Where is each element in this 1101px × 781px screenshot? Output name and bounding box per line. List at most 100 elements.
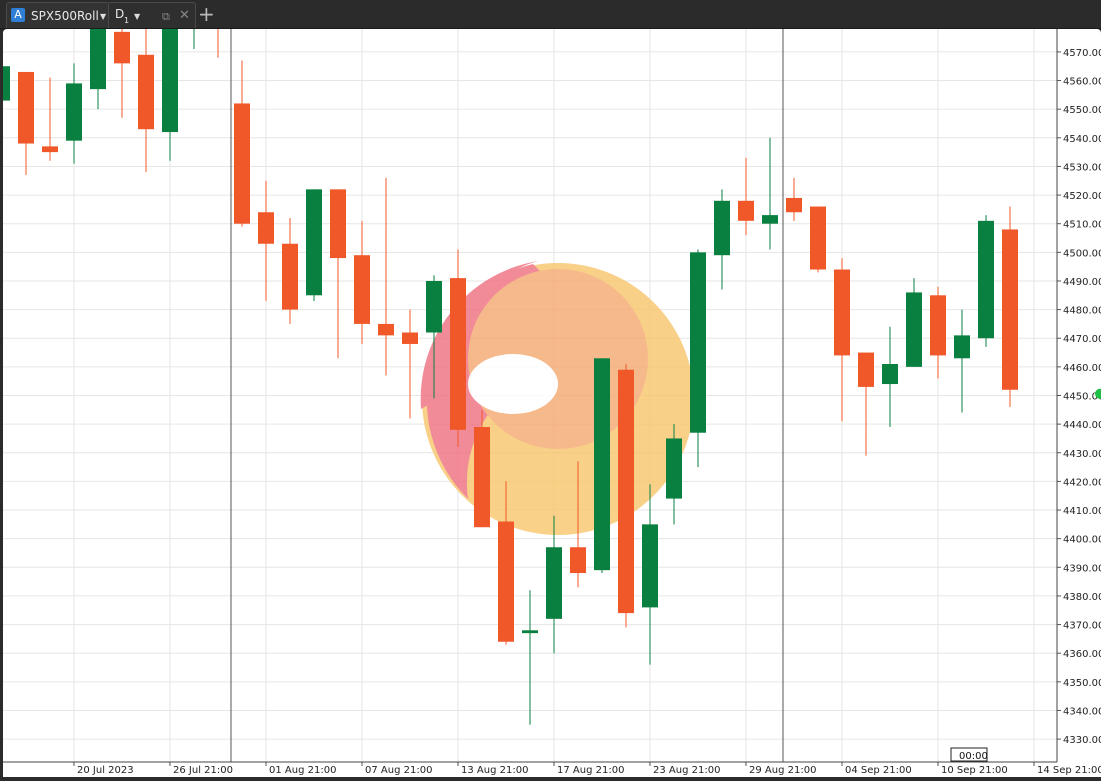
candle-body [138, 54, 154, 130]
candle-bear [450, 249, 466, 448]
candle-bull [90, 29, 106, 110]
candle-body [162, 29, 178, 133]
candle-bull [906, 278, 922, 367]
x-tick-label: 13 Aug 21:00 [461, 765, 528, 776]
candle-body [282, 243, 298, 310]
candle-bull [3, 66, 10, 101]
y-tick-label: 4490.00 [1063, 277, 1101, 288]
candle-body [642, 524, 658, 608]
candle-body [546, 547, 562, 619]
candle-body [18, 71, 34, 144]
y-tick-label: 4430.00 [1063, 449, 1101, 460]
tab-symbol-label: SPX500Roll [31, 9, 99, 23]
candle-bear [402, 309, 418, 419]
y-tick-label: 4400.00 [1063, 535, 1101, 546]
y-tick-label: 4540.00 [1063, 134, 1101, 145]
candle-bull [642, 484, 658, 665]
candle-body [954, 335, 970, 359]
candle-body [594, 358, 610, 571]
candle-bear [858, 352, 874, 456]
candle-bear [217, 29, 219, 58]
x-tick-label: 29 Aug 21:00 [749, 765, 816, 776]
x-tick-label: 04 Sep 21:00 [845, 765, 912, 776]
account-letter-badge: A [11, 8, 25, 22]
candle-bull [193, 29, 195, 50]
tab-symbol[interactable]: A SPX500Roll ▼ [6, 2, 110, 28]
candle-body [810, 206, 826, 270]
candle-bear [114, 29, 130, 118]
candle-bull [522, 590, 538, 725]
y-tick-label: 4360.00 [1063, 649, 1101, 660]
candle-body [354, 255, 370, 324]
detach-icon[interactable]: ⧉ [162, 10, 170, 24]
y-tick-label: 4410.00 [1063, 506, 1101, 517]
candle-body [834, 269, 850, 356]
y-tick-label: 4350.00 [1063, 678, 1101, 689]
candle-body [66, 83, 82, 141]
candle-bull [882, 326, 898, 427]
candle-bear [258, 180, 274, 302]
candle-bear [930, 286, 946, 379]
y-tick-label: 4340.00 [1063, 706, 1101, 717]
candle-bear [330, 189, 346, 359]
caret-down-icon[interactable]: ▼ [134, 12, 140, 21]
candle-body [570, 547, 586, 574]
candle-bear [834, 258, 850, 422]
candle-body [858, 352, 874, 387]
x-tick-label: 01 Aug 21:00 [269, 765, 336, 776]
candle-body [378, 323, 394, 336]
caret-down-icon[interactable]: ▼ [100, 12, 106, 21]
plus-icon[interactable]: + [198, 2, 215, 26]
cursor-time-label: 00:00 [950, 747, 988, 762]
candle-body [618, 369, 634, 614]
y-tick-label: 4500.00 [1063, 248, 1101, 259]
candle-body [738, 200, 754, 221]
y-tick-label: 4570.00 [1063, 48, 1101, 59]
candle-body [234, 103, 250, 224]
x-tick-label: 07 Aug 21:00 [365, 765, 432, 776]
chart-panel[interactable]: 4330.00 4340.00 4350.00 4360.00 4370.00 4380.… [3, 29, 1101, 777]
candle-body [258, 212, 274, 244]
candle-body [426, 280, 442, 333]
candle-body [714, 200, 730, 256]
candle-body [690, 252, 706, 433]
time-axis: 20 Jul 2023 26 Jul 21:00 01 Aug 21:00 07 Au… [3, 761, 1101, 776]
candle-body [786, 197, 802, 213]
candle-bear [378, 177, 394, 376]
candle-bear [354, 220, 370, 344]
x-tick-label: 17 Aug 21:00 [557, 765, 624, 776]
y-tick-label: 4370.00 [1063, 621, 1101, 632]
candle-bull [666, 424, 682, 525]
y-tick-label: 4510.00 [1063, 220, 1101, 231]
candle-bull [762, 137, 778, 250]
chart-tab-bar: A SPX500Roll ▼ D 1 ▼ ⧉ ✕ + [0, 0, 1101, 29]
candle-bear [786, 177, 802, 221]
candle-bull [306, 189, 322, 302]
candle-bull [546, 515, 562, 654]
candle-bear [138, 29, 154, 173]
candle-bull [954, 309, 970, 413]
candle-body [666, 438, 682, 499]
candle-bear [1002, 206, 1018, 407]
candle-bull [162, 29, 178, 161]
y-tick-label: 4390.00 [1063, 563, 1101, 574]
candle-body [498, 521, 514, 642]
price-axis: 4330.00 4340.00 4350.00 4360.00 4370.00 4380.… [1056, 29, 1101, 762]
candle-body [906, 292, 922, 367]
close-icon[interactable]: ✕ [179, 8, 190, 23]
candle-bull [690, 249, 706, 468]
y-tick-label: 4440.00 [1063, 420, 1101, 431]
x-tick-label: 14 Sep 21:00 [1037, 765, 1101, 776]
candlestick-chart[interactable]: 4330.00 4340.00 4350.00 4360.00 4370.00 4380.… [3, 29, 1101, 777]
tab-timeframe[interactable]: D 1 ▼ ⧉ ✕ [108, 2, 196, 28]
candle-body [762, 215, 778, 224]
candle-bear [810, 206, 826, 273]
candle-body [450, 278, 466, 430]
x-tick-label: 23 Aug 21:00 [653, 765, 720, 776]
timeframe-label: D [115, 7, 125, 21]
x-tick-label: 10 Sep 21:00 [941, 765, 1008, 776]
candle-body [90, 29, 106, 90]
logo-hole [468, 354, 558, 414]
candle-body [330, 189, 346, 259]
candle-body [114, 31, 130, 64]
